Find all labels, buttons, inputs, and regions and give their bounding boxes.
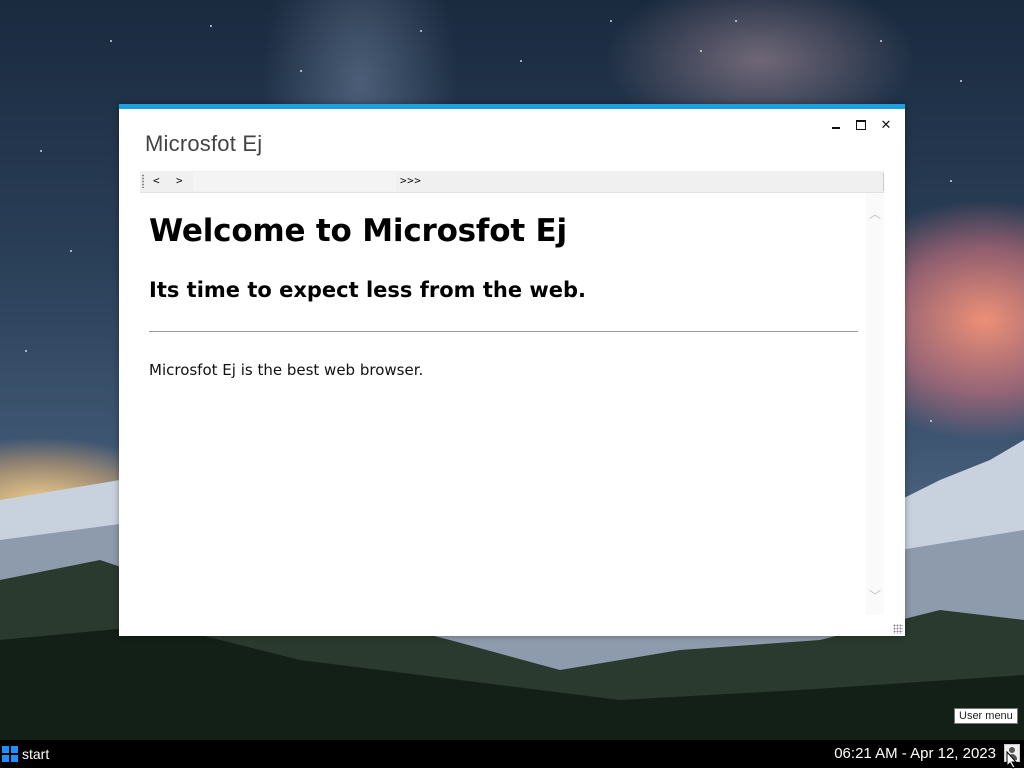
start-label: start xyxy=(22,746,50,762)
address-bar[interactable] xyxy=(193,172,396,191)
mouse-cursor-icon xyxy=(1006,751,1018,769)
wallpaper-star xyxy=(960,80,962,82)
wallpaper-star xyxy=(520,60,522,62)
maximize-button[interactable] xyxy=(851,117,871,135)
overflow-menu-button[interactable]: >>> xyxy=(400,173,421,189)
resize-grip-icon[interactable] xyxy=(893,624,903,634)
windows-logo-icon xyxy=(2,746,18,762)
wallpaper-star xyxy=(420,30,422,32)
back-button[interactable]: < xyxy=(153,173,160,189)
wallpaper-star xyxy=(735,20,737,22)
wallpaper-star xyxy=(40,150,42,152)
wallpaper-star xyxy=(610,20,612,22)
wallpaper-star xyxy=(880,40,882,42)
taskbar-clock: 06:21 AM - Apr 12, 2023 xyxy=(834,745,996,762)
scroll-down-button[interactable]: ﹀ xyxy=(868,589,882,603)
wallpaper-star xyxy=(25,350,27,352)
page-body-text: Microsfot Ej is the best web browser. xyxy=(149,361,424,379)
navigation-toolbar: < > >>> xyxy=(140,171,884,193)
toolbar-divider xyxy=(883,173,884,191)
page-content: Welcome to Microsfot Ej Its time to expe… xyxy=(119,193,884,636)
forward-button[interactable]: > xyxy=(176,173,183,189)
toolbar-grip[interactable] xyxy=(142,174,144,188)
wallpaper-star xyxy=(950,180,952,182)
taskbar: start 06:21 AM - Apr 12, 2023 xyxy=(0,740,1024,768)
close-button[interactable]: ✕ xyxy=(876,117,896,135)
maximize-icon xyxy=(856,120,866,130)
minimize-icon xyxy=(832,127,840,129)
page-divider xyxy=(149,331,858,332)
vertical-scrollbar[interactable]: ︿ ﹀ xyxy=(866,193,884,615)
user-menu-tooltip: User menu xyxy=(954,708,1018,724)
wallpaper-star xyxy=(700,50,702,52)
wallpaper-star xyxy=(300,70,302,72)
browser-window[interactable]: Microsfot Ej ✕ < > >>> Welcome to Micros… xyxy=(119,104,905,636)
close-icon: ✕ xyxy=(880,118,892,133)
page-subheading: Its time to expect less from the web. xyxy=(149,278,587,302)
wallpaper-star xyxy=(110,40,112,42)
window-title: Microsfot Ej xyxy=(145,131,263,156)
wallpaper-star xyxy=(70,250,72,252)
start-button[interactable]: start xyxy=(0,740,60,768)
page-heading: Welcome to Microsfot Ej xyxy=(149,213,567,249)
wallpaper-star xyxy=(210,25,212,27)
scroll-up-button[interactable]: ︿ xyxy=(868,207,882,221)
minimize-button[interactable] xyxy=(826,117,846,135)
